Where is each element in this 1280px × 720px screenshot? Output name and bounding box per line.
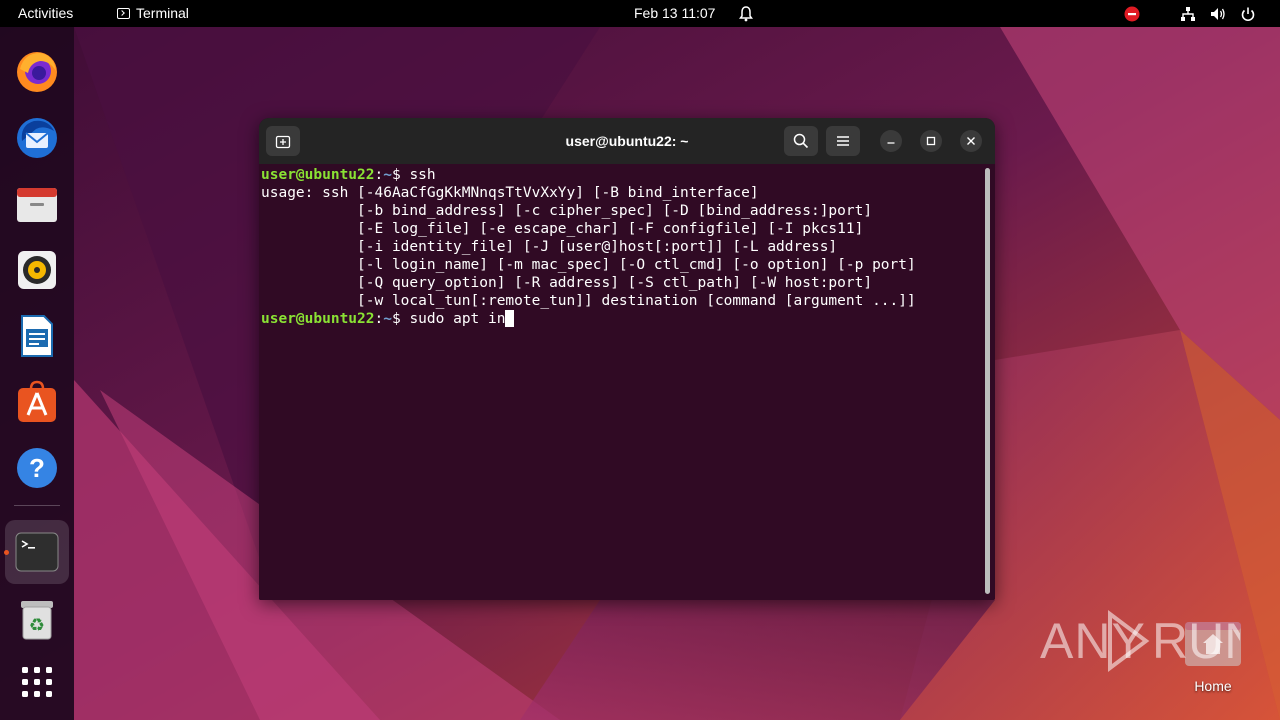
terminal-window[interactable]: user@ubuntu22: ~ user@ubuntu22:~$ ssh us… — [259, 118, 995, 600]
maximize-icon — [926, 136, 936, 146]
network-icon[interactable] — [1180, 0, 1196, 27]
terminal-output-line: [-b bind_address] [-c cipher_spec] [-D [… — [261, 203, 873, 219]
terminal-output-line: [-Q query_option] [-R address] [-S ctl_p… — [261, 275, 873, 291]
terminal-small-icon — [117, 8, 130, 19]
thunderbird-icon[interactable] — [12, 113, 62, 163]
top-bar: Activities Terminal Feb 13 11:07 — [0, 0, 1280, 27]
svg-text:?: ? — [29, 453, 45, 483]
clock[interactable]: Feb 13 11:07 — [634, 0, 715, 27]
search-button[interactable] — [784, 126, 818, 156]
window-headerbar[interactable]: user@ubuntu22: ~ — [259, 118, 995, 164]
close-icon — [967, 137, 975, 145]
app-menu-terminal[interactable]: Terminal — [117, 0, 189, 27]
hamburger-menu-button[interactable] — [826, 126, 860, 156]
minimize-button[interactable] — [880, 130, 902, 152]
new-tab-button[interactable] — [266, 126, 300, 156]
text-cursor — [505, 310, 515, 327]
power-icon[interactable] — [1240, 0, 1256, 27]
trash-icon[interactable]: ♻ — [12, 595, 62, 645]
maximize-button[interactable] — [920, 130, 942, 152]
bell-icon[interactable] — [738, 0, 754, 27]
anyrun-watermark-logo: ANY RUN — [1040, 610, 1240, 672]
terminal-output-line: [-E log_file] [-e escape_char] [-F confi… — [261, 221, 864, 237]
prompt-separator: : — [374, 311, 384, 327]
svg-text:♻: ♻ — [29, 615, 45, 636]
prompt-path: ~ — [383, 311, 392, 327]
search-icon — [793, 133, 809, 149]
app-menu-label: Terminal — [136, 5, 189, 21]
rhythmbox-icon[interactable] — [12, 245, 62, 295]
prompt-path: ~ — [383, 167, 392, 183]
terminal-output-area[interactable]: user@ubuntu22:~$ ssh usage: ssh [-46AaCf… — [259, 164, 995, 600]
firefox-icon[interactable] — [12, 47, 62, 97]
svg-text:ANY: ANY — [1040, 613, 1146, 669]
prompt-user: user@ubuntu22 — [261, 167, 375, 183]
new-tab-icon — [275, 135, 291, 149]
hamburger-menu-icon — [837, 136, 849, 146]
terminal-output-line: [-w local_tun[:remote_tun]] destination … — [261, 293, 916, 309]
close-button[interactable] — [960, 130, 982, 152]
terminal-line-command: user@ubuntu22:~$ ssh — [261, 166, 436, 184]
svg-text:RUN: RUN — [1152, 613, 1240, 669]
scrollbar[interactable] — [985, 168, 990, 594]
system-tray[interactable] — [1124, 0, 1256, 27]
minimize-icon — [887, 142, 895, 144]
prompt-user: user@ubuntu22 — [261, 311, 375, 327]
command-text: ssh — [409, 167, 436, 183]
do-not-disturb-icon[interactable] — [1124, 0, 1140, 27]
volume-icon[interactable] — [1210, 0, 1226, 27]
prompt-separator: : — [374, 167, 384, 183]
terminal-output-line: [-l login_name] [-m mac_spec] [-O ctl_cm… — [261, 257, 916, 273]
terminal-output-line: usage: ssh [-46AaCfGgKkMNnqsTtVvXxYy] [-… — [261, 185, 759, 201]
files-icon[interactable] — [12, 179, 62, 229]
app-center-icon[interactable] — [12, 377, 62, 427]
terminal-line-current[interactable]: user@ubuntu22:~$ sudo apt in — [261, 310, 515, 328]
terminal-output-line: [-i identity_file] [-J [user@]host[:port… — [261, 239, 838, 255]
home-folder-label[interactable]: Home — [1180, 678, 1246, 694]
libreoffice-writer-icon[interactable] — [12, 311, 62, 361]
dock: ? ♻ — [0, 27, 74, 720]
show-apps-icon[interactable] — [12, 657, 62, 707]
activities-button[interactable]: Activities — [18, 0, 73, 27]
running-indicator — [4, 550, 9, 555]
command-input-text[interactable]: sudo apt in — [409, 311, 505, 327]
prompt-symbol: $ — [391, 167, 410, 183]
prompt-symbol: $ — [391, 311, 410, 327]
help-icon[interactable]: ? — [12, 443, 62, 493]
terminal-icon[interactable] — [12, 527, 62, 577]
